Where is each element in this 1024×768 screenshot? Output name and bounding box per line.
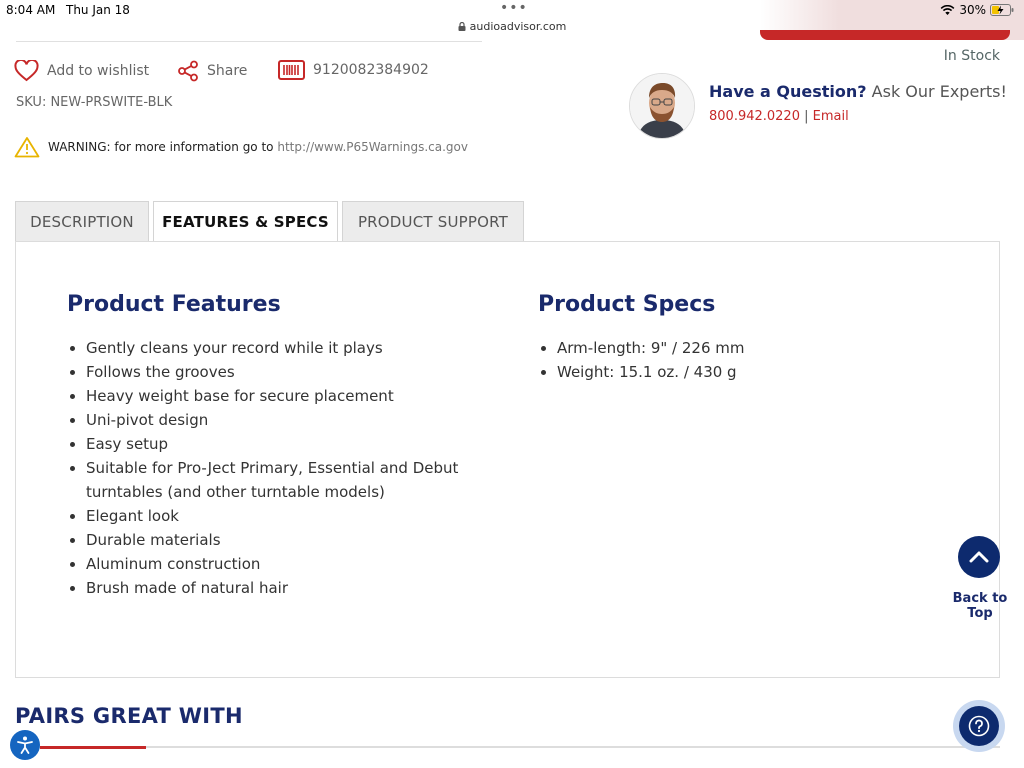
list-item: Follows the grooves xyxy=(86,360,496,384)
phone-link[interactable]: 800.942.0220 xyxy=(709,109,800,124)
status-bar: 8:04 AM Thu Jan 18 ••• audioadvisor.com … xyxy=(0,0,1024,40)
back-to-top-label[interactable]: Back to Top xyxy=(948,591,1012,621)
url-text: audioadvisor.com xyxy=(469,20,567,33)
sku-text: SKU: NEW-PRSWITE-BLK xyxy=(16,95,173,110)
tab-product-support[interactable]: PRODUCT SUPPORT xyxy=(342,201,524,241)
back-to-top-line2: Top xyxy=(967,606,993,621)
barcode-icon xyxy=(278,60,305,80)
specs-title: Product Specs xyxy=(538,292,716,317)
back-to-top-line1: Back to xyxy=(952,591,1008,606)
status-date: Thu Jan 18 xyxy=(66,3,130,17)
list-item: Elegant look xyxy=(86,504,496,528)
barcode-number: 9120082384902 xyxy=(313,62,429,78)
expert-contact: 800.942.0220 | Email xyxy=(709,109,849,124)
battery-charging-icon xyxy=(990,4,1014,16)
pairs-heading: PAIRS GREAT WITH xyxy=(15,704,243,728)
contact-separator: | xyxy=(804,109,809,124)
list-item: Easy setup xyxy=(86,432,496,456)
status-time: 8:04 AM xyxy=(6,3,56,17)
share-button[interactable]: Share xyxy=(177,60,247,82)
wishlist-label: Add to wishlist xyxy=(47,63,150,79)
list-item: Heavy weight base for secure placement xyxy=(86,384,496,408)
tab-panel: Product Features Gently cleans your reco… xyxy=(15,241,1000,678)
list-item: Suitable for Pro-Ject Primary, Essential… xyxy=(86,456,496,504)
share-icon xyxy=(178,60,198,82)
prop65-warning: WARNING: for more information go to http… xyxy=(14,136,468,158)
list-item: Durable materials xyxy=(86,528,496,552)
wifi-icon xyxy=(940,4,955,15)
list-item: Weight: 15.1 oz. / 430 g xyxy=(557,360,977,384)
help-inner xyxy=(959,706,999,746)
features-list: Gently cleans your record while it plays… xyxy=(67,336,496,600)
list-item: Aluminum construction xyxy=(86,552,496,576)
status-right: 30% xyxy=(940,3,1014,17)
multitask-dots-icon[interactable]: ••• xyxy=(500,0,528,16)
pairs-divider xyxy=(15,746,1000,748)
share-label: Share xyxy=(207,63,248,79)
expert-question: Have a Question? Ask Our Experts! xyxy=(709,82,1007,101)
tab-features-specs[interactable]: FEATURES & SPECS xyxy=(153,201,338,242)
list-item: Gently cleans your record while it plays xyxy=(86,336,496,360)
list-item: Brush made of natural hair xyxy=(86,576,496,600)
help-button[interactable] xyxy=(953,700,1005,752)
specs-list: Arm-length: 9" / 226 mm Weight: 15.1 oz.… xyxy=(538,336,977,384)
question-strong: Have a Question? xyxy=(709,82,867,101)
battery-percent: 30% xyxy=(959,3,986,17)
pairs-accent xyxy=(40,746,146,749)
tab-description[interactable]: DESCRIPTION xyxy=(15,201,149,241)
address-bar[interactable]: audioadvisor.com xyxy=(0,20,1024,33)
expert-avatar xyxy=(629,73,695,139)
back-to-top-button[interactable] xyxy=(958,536,1000,578)
accessibility-button[interactable] xyxy=(10,730,40,760)
warning-icon xyxy=(14,137,40,158)
lock-icon xyxy=(458,22,466,31)
top-divider xyxy=(16,41,482,42)
wishlist-button[interactable]: Add to wishlist xyxy=(14,60,149,82)
features-title: Product Features xyxy=(67,292,281,317)
prop65-link[interactable]: http://www.P65Warnings.ca.gov xyxy=(277,140,468,154)
question-mark-icon xyxy=(968,715,990,737)
heart-icon xyxy=(14,60,39,82)
list-item: Uni-pivot design xyxy=(86,408,496,432)
chevron-up-icon xyxy=(969,551,989,563)
question-rest: Ask Our Experts! xyxy=(871,82,1007,101)
barcode-info: 9120082384902 xyxy=(278,60,429,80)
email-link[interactable]: Email xyxy=(813,109,849,124)
stock-status: In Stock xyxy=(943,48,1000,64)
warning-text: WARNING: for more information go to xyxy=(48,140,274,154)
accessibility-icon xyxy=(17,736,33,754)
list-item: Arm-length: 9" / 226 mm xyxy=(557,336,977,360)
